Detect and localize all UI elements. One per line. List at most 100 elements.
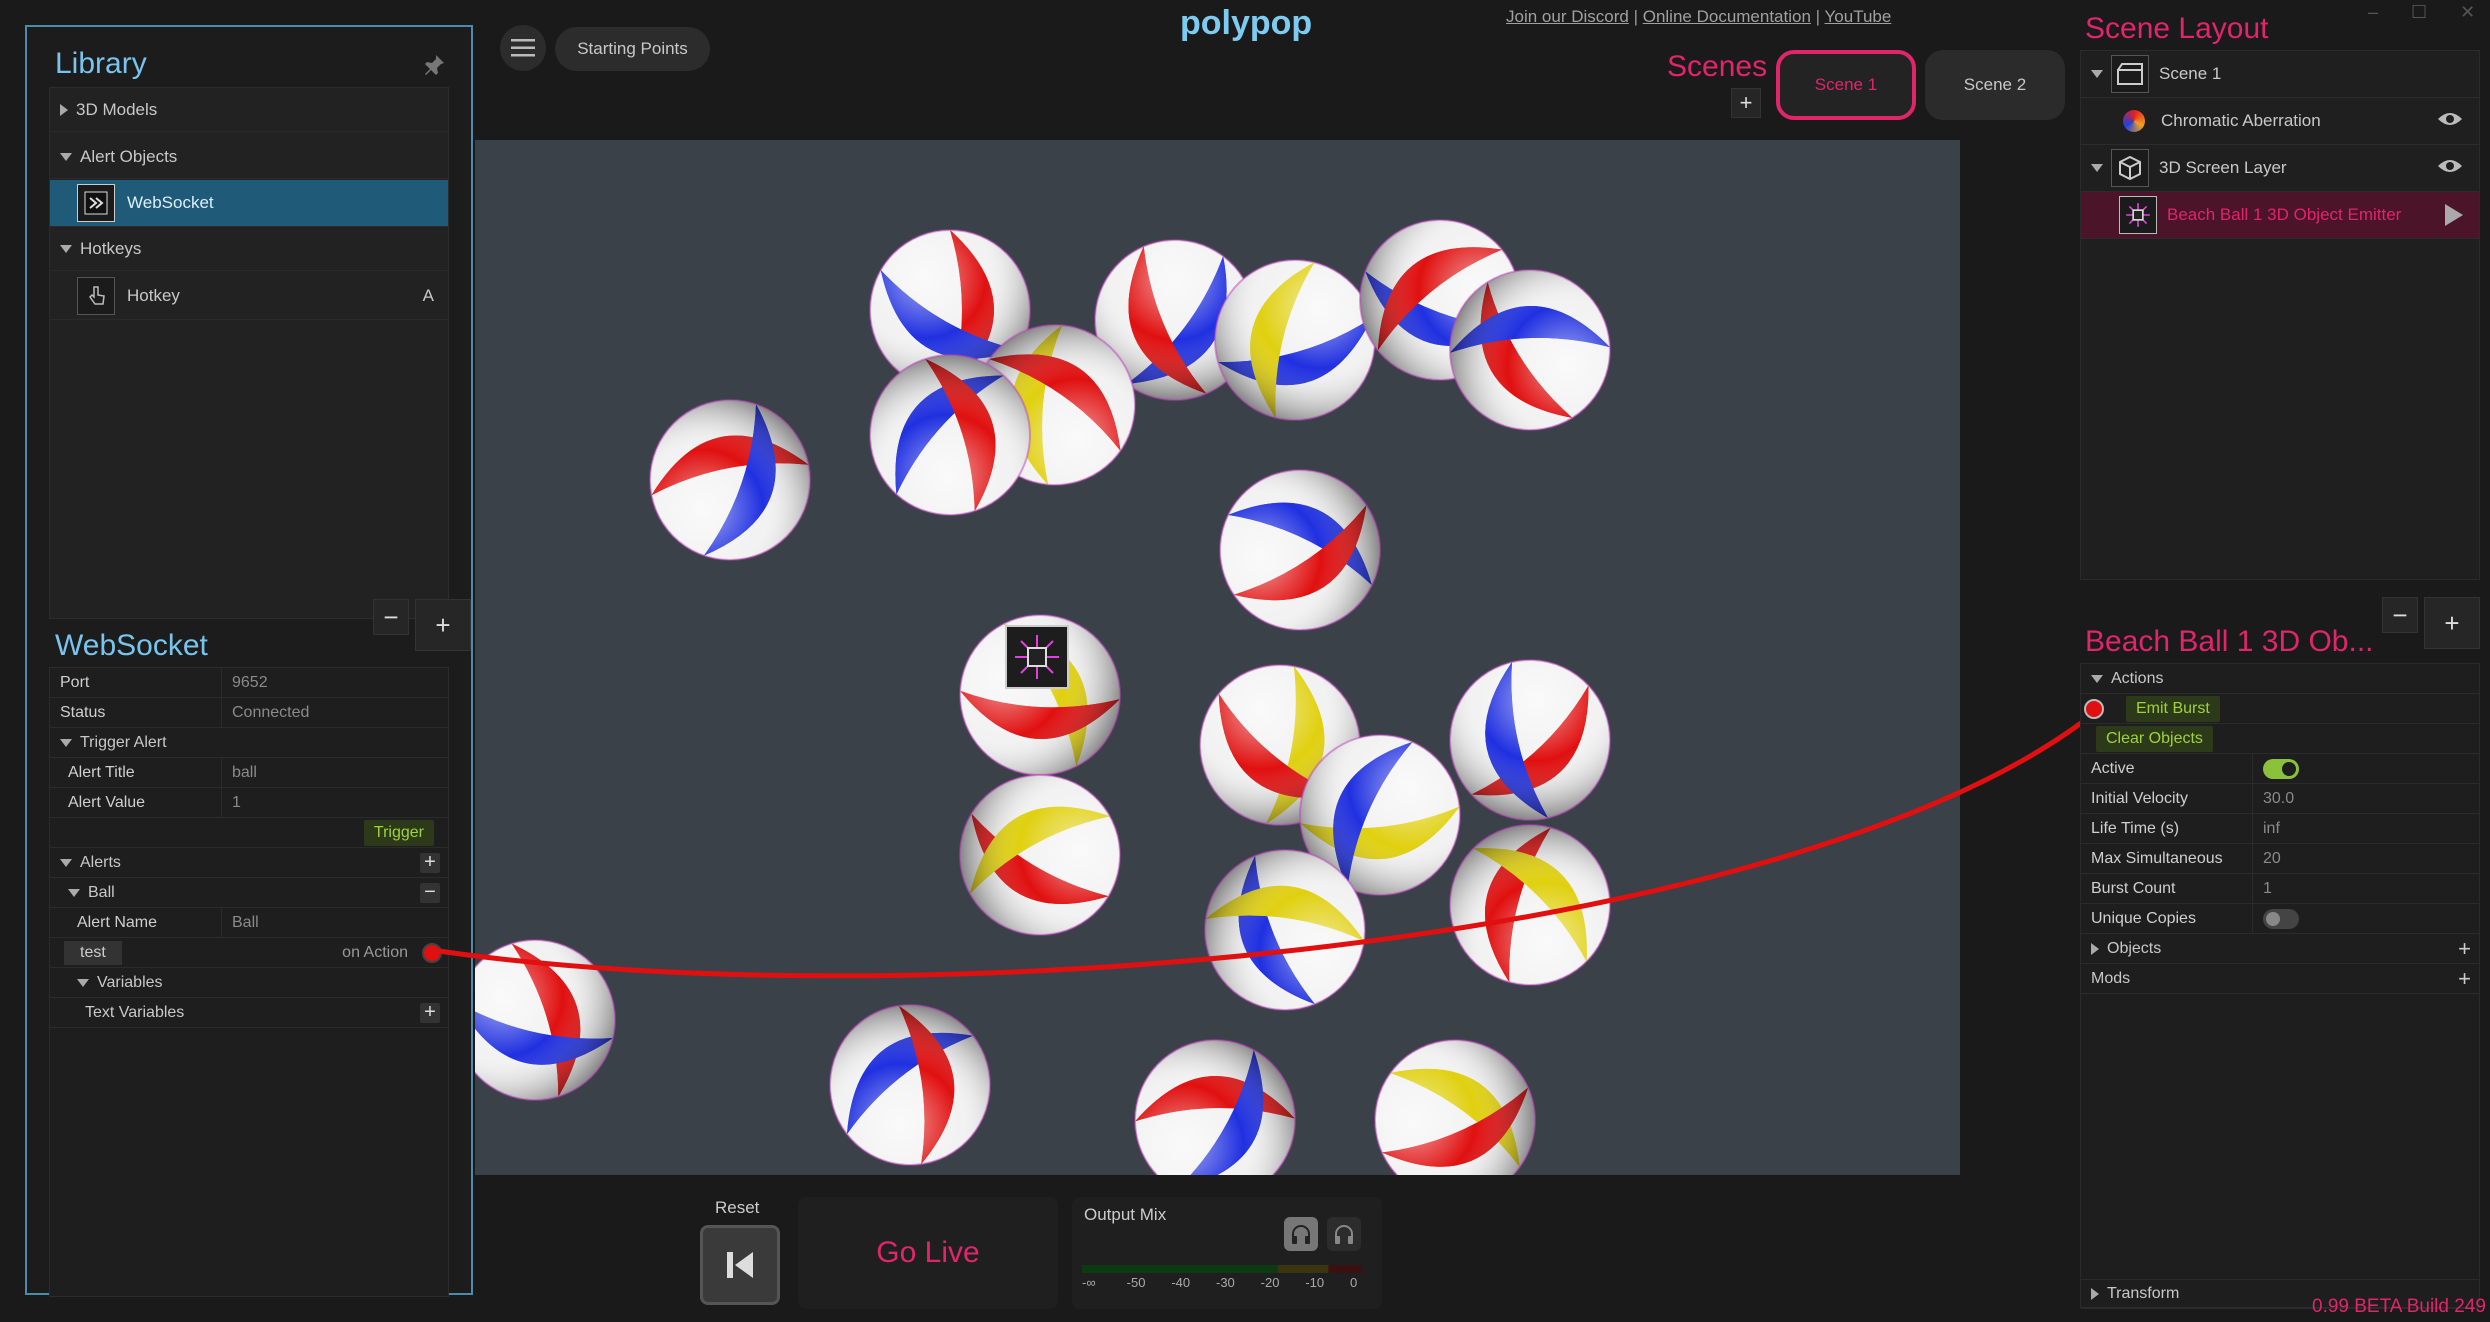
mods-group[interactable]: Mods + [2081, 964, 2479, 994]
group-label: Actions [2111, 669, 2164, 687]
variables-group[interactable]: Variables [50, 968, 448, 998]
on-action-port[interactable] [422, 942, 442, 963]
action-row: test on Action [50, 938, 448, 968]
go-live-button[interactable]: Go Live [798, 1197, 1058, 1309]
layer-label: 3D Screen Layer [2159, 158, 2287, 177]
active-toggle[interactable] [2263, 758, 2299, 779]
scene-canvas[interactable] [475, 140, 1960, 1175]
alert-value-field[interactable]: 1 [222, 794, 241, 812]
actions-group[interactable]: Actions [2081, 664, 2479, 694]
add-scene-button[interactable]: + [1731, 88, 1761, 118]
beach-ball [1374, 1039, 1536, 1175]
category-label: Hotkeys [80, 238, 142, 258]
starting-points-button[interactable]: Starting Points [555, 27, 710, 71]
expanded-arrow-icon [2091, 70, 2103, 78]
prop-key: Active [2081, 754, 2253, 783]
prop-active: Active [2081, 754, 2479, 784]
add-layer-button[interactable]: + [2424, 597, 2480, 649]
websocket-icon [77, 184, 115, 222]
remove-button[interactable]: − [373, 599, 409, 635]
meter-tick-label: -50 [1126, 1275, 1146, 1290]
emit-burst-port[interactable] [2084, 698, 2104, 719]
youtube-link[interactable]: YouTube [1825, 7, 1892, 26]
layer-3d-screen[interactable]: 3D Screen Layer [2081, 145, 2479, 192]
library-item-websocket[interactable]: WebSocket [50, 180, 448, 227]
scenes-title: Scenes [1667, 50, 1768, 83]
prop-key: Alert Name [50, 908, 222, 937]
beach-balls-render [475, 219, 1611, 1175]
clear-objects-button[interactable]: Clear Objects [2096, 725, 2213, 752]
reset-button[interactable] [700, 1225, 780, 1305]
eye-icon[interactable] [2437, 158, 2463, 179]
discord-link[interactable]: Join our Discord [1506, 7, 1629, 26]
alert-name-field[interactable]: Ball [222, 914, 259, 932]
trigger-button[interactable]: Trigger [363, 819, 434, 846]
meter-tick-label: 0 [1350, 1275, 1358, 1290]
add-variable-button[interactable]: + [420, 1002, 440, 1023]
prop-status: Status Connected [50, 698, 448, 728]
remove-layer-button[interactable]: − [2382, 597, 2418, 633]
emitter-icon[interactable] [1005, 625, 1069, 689]
hamburger-icon [511, 39, 535, 57]
add-mod-button[interactable]: + [2458, 966, 2471, 992]
category-hotkeys[interactable]: Hotkeys [50, 227, 448, 271]
group-label: Transform [2107, 1285, 2180, 1302]
hotkey-key: A [422, 285, 434, 305]
window-controls[interactable]: ‒ ☐ ✕ [2368, 2, 2489, 23]
prop-key: Initial Velocity [2081, 784, 2253, 813]
max-simultaneous-field[interactable]: 20 [2253, 850, 2281, 868]
scene-1-button[interactable]: Scene 1 [1776, 50, 1916, 120]
beach-ball [1449, 824, 1611, 986]
category-3d-models[interactable]: 3D Models [50, 88, 448, 132]
headphones-stream-button[interactable] [1327, 1217, 1361, 1251]
scene-2-button[interactable]: Scene 2 [1925, 50, 2065, 120]
objects-group[interactable]: Objects + [2081, 934, 2479, 964]
alerts-group[interactable]: Alerts + [50, 848, 448, 878]
emit-burst-button[interactable]: Emit Burst [2126, 695, 2220, 722]
add-alert-button[interactable]: + [420, 852, 440, 873]
prop-alert-title: Alert Title ball [50, 758, 448, 788]
life-time-field[interactable]: inf [2253, 820, 2280, 838]
layer-scene-1[interactable]: Scene 1 [2081, 51, 2479, 98]
meter-ticks: -∞ -50 -40 -30 -20 -10 0 [1082, 1275, 1362, 1293]
headphones-monitor-button[interactable] [1284, 1217, 1318, 1251]
clear-objects-row: Clear Objects [2081, 724, 2479, 754]
layer-beach-ball-emitter[interactable]: Beach Ball 1 3D Object Emitter [2081, 192, 2479, 239]
websocket-properties: Port 9652 Status Connected Trigger Alert… [49, 667, 449, 1297]
prop-key: Life Time (s) [2081, 814, 2253, 843]
add-button[interactable]: + [415, 599, 471, 651]
docs-link[interactable]: Online Documentation [1643, 7, 1811, 26]
initial-velocity-field[interactable]: 30.0 [2253, 790, 2294, 808]
scene-layout-tree: Scene 1 Chromatic Aberration 3D Screen L… [2080, 50, 2480, 580]
layer-chromatic-aberration[interactable]: Chromatic Aberration [2081, 98, 2479, 145]
prop-port: Port 9652 [50, 668, 448, 698]
on-action-label: on Action [342, 943, 408, 961]
eye-icon[interactable] [2437, 111, 2463, 132]
expanded-arrow-icon [60, 738, 72, 747]
port-field[interactable]: 9652 [222, 674, 268, 692]
pin-icon[interactable] [422, 53, 446, 82]
trigger-alert-group[interactable]: Trigger Alert [50, 728, 448, 758]
reset-label: Reset [715, 1198, 760, 1217]
add-object-button[interactable]: + [2458, 936, 2471, 962]
collapsed-arrow-icon [2091, 942, 2099, 955]
ball-alert-group[interactable]: Ball − [50, 878, 448, 908]
play-icon[interactable] [2445, 204, 2463, 226]
collapsed-arrow-icon [60, 103, 68, 116]
prop-initial-velocity: Initial Velocity 30.0 [2081, 784, 2479, 814]
burst-count-field[interactable]: 1 [2253, 880, 2272, 898]
remove-alert-button[interactable]: − [420, 882, 440, 903]
audio-meter [1082, 1265, 1362, 1273]
websocket-panel-title: WebSocket [55, 629, 208, 662]
prop-unique-copies: Unique Copies [2081, 904, 2479, 934]
category-alert-objects[interactable]: Alert Objects [50, 135, 448, 179]
chromatic-aberration-icon [2123, 110, 2145, 132]
expanded-arrow-icon [68, 888, 80, 897]
menu-button[interactable] [500, 25, 546, 71]
layer-label: Beach Ball 1 3D Object Emitter [2167, 205, 2402, 224]
unique-copies-toggle[interactable] [2263, 908, 2299, 929]
library-item-hotkey[interactable]: Hotkey A [50, 272, 448, 320]
alert-title-field[interactable]: ball [222, 764, 257, 782]
expanded-arrow-icon [60, 244, 72, 253]
test-button[interactable]: test [64, 940, 122, 965]
